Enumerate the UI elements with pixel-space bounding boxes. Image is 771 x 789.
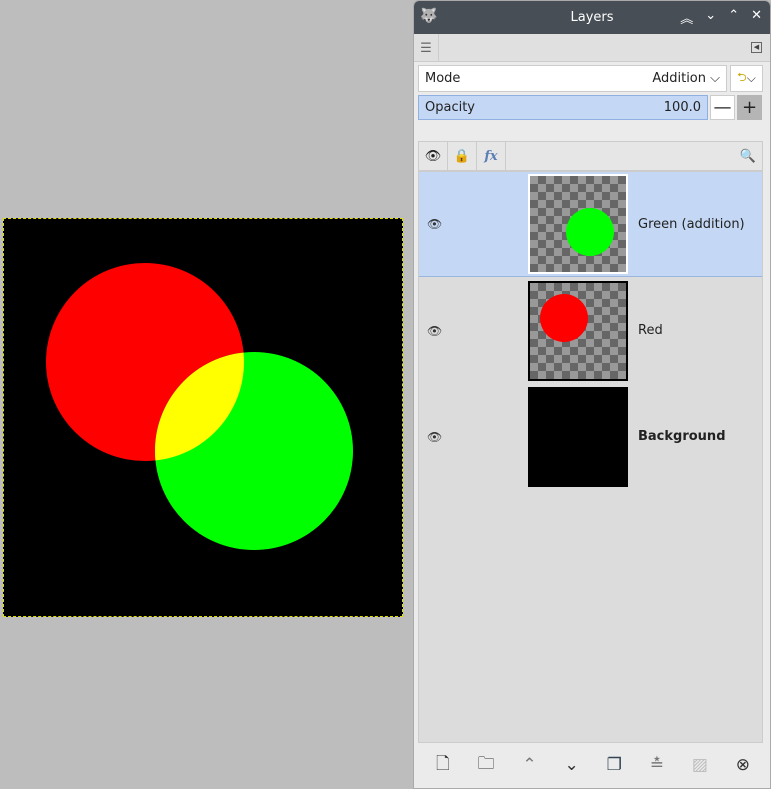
opacity-slider[interactable]: Opacity 100.0 [418, 95, 708, 120]
layers-list: 👁 Green (addition) 👁 Red 👁 Background [418, 171, 763, 743]
opacity-label: Opacity [425, 100, 476, 115]
new-layer-group-icon[interactable]: 🗀 [477, 751, 494, 780]
layer-thumbnail [528, 280, 628, 381]
chevron-down-icon[interactable]: ⌄ [705, 8, 716, 27]
tab-menu-icon[interactable]: ◀ [751, 42, 762, 53]
chevron-down-icon: ⌵ [746, 71, 756, 85]
layer-row[interactable]: 👁 Red [419, 278, 762, 383]
eye-icon[interactable]: 👁 [427, 217, 442, 231]
dock-tabs: ☰ ◀ [414, 34, 770, 62]
composite-icon: ⮌ [737, 70, 747, 84]
panel-titlebar[interactable]: 🐺 Layers ︽ ⌄ ⌃ ✕ [414, 1, 770, 34]
chevron-up-icon[interactable]: ⌃ [728, 8, 739, 27]
image-canvas[interactable] [3, 218, 403, 617]
layer-thumbnail [528, 174, 628, 274]
layer-name: Red [638, 323, 663, 338]
layer-name: Background [638, 429, 726, 444]
fx-icon[interactable]: fx [477, 142, 506, 170]
opacity-increase-button[interactable]: + [737, 95, 762, 120]
eye-icon[interactable]: 👁 [419, 142, 448, 170]
collapse-icon[interactable]: ︽ [680, 8, 693, 27]
mode-select[interactable]: Mode Addition ⌵ [418, 65, 727, 92]
lock-icon[interactable]: 🔒 [448, 142, 477, 170]
mode-label: Mode [425, 71, 461, 86]
layer-row[interactable]: 👁 Background [419, 384, 762, 489]
delete-layer-icon[interactable]: ⊗ [736, 755, 750, 775]
layer-row[interactable]: 👁 Green (addition) [419, 172, 762, 277]
eye-icon[interactable]: 👁 [427, 430, 442, 444]
layer-name: Green (addition) [638, 216, 745, 232]
composite-mode-button[interactable]: ⮌ ⌵ [730, 65, 763, 92]
new-layer-icon[interactable]: 🗋 [436, 751, 450, 780]
canvas-image [46, 263, 353, 550]
panel-title: Layers [570, 10, 614, 25]
mode-value: Addition [652, 71, 706, 86]
gimp-logo-icon: 🐺 [420, 8, 438, 24]
layers-tab-icon[interactable]: ☰ [414, 34, 439, 62]
chevron-down-icon: ⌵ [710, 71, 720, 86]
raise-layer-icon[interactable]: ⌃ [522, 755, 536, 775]
layers-toolbar: 🗋 🗀 ⌃ ⌄ ❐ ≛ ▨ ⊗ [414, 742, 770, 788]
layer-mask-icon[interactable]: ▨ [692, 755, 708, 775]
layer-thumbnail [528, 386, 628, 487]
layers-panel: 🐺 Layers ︽ ⌄ ⌃ ✕ ☰ ◀ Mode Addition ⌵ ⮌ ⌵ … [413, 0, 771, 789]
lower-layer-icon[interactable]: ⌄ [564, 755, 578, 775]
duplicate-layer-icon[interactable]: ❐ [607, 755, 622, 775]
opacity-decrease-button[interactable]: — [710, 95, 735, 120]
merge-down-icon[interactable]: ≛ [650, 755, 664, 775]
opacity-value: 100.0 [663, 100, 701, 115]
eye-icon[interactable]: 👁 [427, 324, 442, 338]
search-icon[interactable]: 🔍 [506, 142, 762, 170]
close-icon[interactable]: ✕ [751, 8, 762, 27]
layers-header: 👁 🔒 fx 🔍 [418, 141, 763, 171]
